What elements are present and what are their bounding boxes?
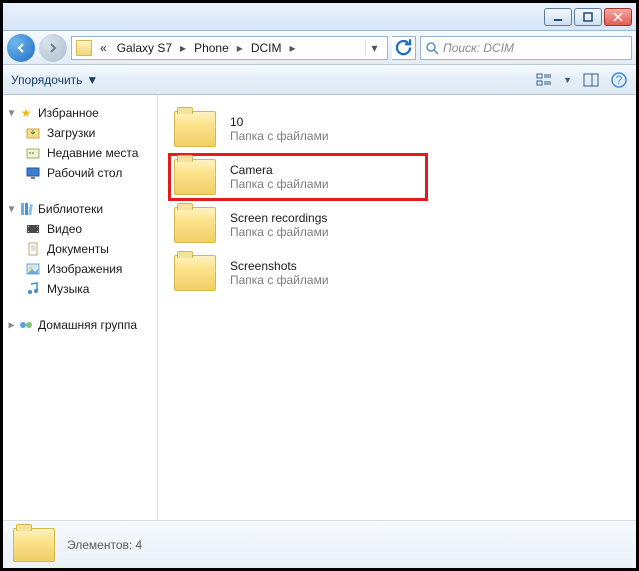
chevron-right-icon: ▸	[287, 41, 297, 55]
search-placeholder: Поиск: DCIM	[443, 41, 514, 55]
search-icon	[425, 41, 439, 55]
chevron-right-icon: ▸	[8, 318, 14, 331]
libraries-icon	[18, 201, 34, 217]
libraries-header[interactable]: ▾ Библиотеки	[7, 199, 153, 219]
sidebar-item-label: Документы	[47, 242, 109, 256]
folder-type: Папка с файлами	[230, 129, 329, 143]
folder-type: Папка с файлами	[230, 177, 329, 191]
view-grid-icon	[535, 71, 553, 89]
folder-icon	[174, 111, 216, 147]
folder-icon	[76, 40, 92, 56]
sidebar-item-recent[interactable]: Недавние места	[7, 143, 153, 163]
folder-name: Camera	[230, 163, 329, 177]
address-bar[interactable]: « Galaxy S7 ▸ Phone ▸ DCIM ▸ ▾	[71, 36, 388, 60]
homegroup-header[interactable]: ▸ Домашняя группа	[7, 315, 153, 335]
folder-type: Папка с файлами	[230, 273, 329, 287]
help-button[interactable]: ?	[610, 71, 628, 89]
folder-icon	[174, 159, 216, 195]
organize-label: Упорядочить	[11, 73, 82, 87]
folder-icon	[174, 255, 216, 291]
folder-icon	[174, 207, 216, 243]
music-icon	[25, 281, 41, 297]
arrow-right-icon	[47, 42, 59, 54]
organize-button[interactable]: Упорядочить ▼	[11, 73, 98, 87]
download-icon	[25, 125, 41, 141]
arrow-left-icon	[15, 42, 27, 54]
status-folder-icon	[13, 528, 55, 562]
favorites-header[interactable]: ▾ ★ Избранное	[7, 103, 153, 123]
help-icon: ?	[610, 71, 628, 89]
favorites-group: ▾ ★ Избранное Загрузки Недавние места Ра…	[7, 103, 153, 183]
preview-pane-button[interactable]	[582, 71, 600, 89]
chevron-down-icon: ▾	[8, 202, 14, 215]
maximize-button[interactable]	[574, 8, 602, 26]
homegroup-label: Домашняя группа	[38, 318, 137, 332]
homegroup-icon	[18, 317, 34, 333]
sidebar-item-label: Загрузки	[47, 126, 95, 140]
sidebar: ▾ ★ Избранное Загрузки Недавние места Ра…	[3, 95, 158, 520]
close-icon	[613, 12, 623, 22]
refresh-button[interactable]	[392, 36, 416, 60]
sidebar-item-label: Изображения	[47, 262, 122, 276]
statusbar: Элементов: 4	[3, 520, 636, 568]
crumb-prefix: «	[96, 39, 111, 57]
back-button[interactable]	[7, 34, 35, 62]
breadcrumb[interactable]: DCIM	[247, 39, 286, 57]
favorites-label: Избранное	[38, 106, 99, 120]
titlebar	[3, 3, 636, 31]
explorer-window: « Galaxy S7 ▸ Phone ▸ DCIM ▸ ▾ Поиск: DC…	[3, 3, 636, 568]
folder-name: 10	[230, 115, 329, 129]
body: ▾ ★ Избранное Загрузки Недавние места Ра…	[3, 95, 636, 520]
folder-item-highlighted[interactable]: Camera Папка с файлами	[168, 153, 428, 201]
folder-name: Screen recordings	[230, 211, 329, 225]
navbar: « Galaxy S7 ▸ Phone ▸ DCIM ▸ ▾ Поиск: DC…	[3, 31, 636, 65]
preview-pane-icon	[582, 71, 600, 89]
refresh-icon	[392, 36, 415, 59]
sidebar-item-label: Рабочий стол	[47, 166, 122, 180]
toolbar: Упорядочить ▼ ▼ ?	[3, 65, 636, 95]
chevron-down-icon[interactable]: ▼	[563, 75, 572, 85]
maximize-icon	[583, 12, 593, 22]
desktop-icon	[25, 165, 41, 181]
minimize-icon	[553, 12, 563, 22]
minimize-button[interactable]	[544, 8, 572, 26]
status-text: Элементов: 4	[67, 538, 142, 552]
sidebar-item-pictures[interactable]: Изображения	[7, 259, 153, 279]
documents-icon	[25, 241, 41, 257]
libraries-group: ▾ Библиотеки Видео Документы Изображения	[7, 199, 153, 299]
libraries-label: Библиотеки	[38, 202, 103, 216]
folder-name: Screenshots	[230, 259, 329, 273]
view-options-button[interactable]	[535, 71, 553, 89]
folder-item[interactable]: Screen recordings Папка с файлами	[168, 201, 428, 249]
video-icon	[25, 221, 41, 237]
breadcrumb[interactable]: Galaxy S7	[113, 39, 176, 57]
chevron-right-icon: ▸	[235, 41, 245, 55]
content-pane[interactable]: 10 Папка с файлами Camera Папка с файлам…	[158, 95, 636, 520]
search-input[interactable]: Поиск: DCIM	[420, 36, 632, 60]
recent-icon	[25, 145, 41, 161]
folder-type: Папка с файлами	[230, 225, 329, 239]
sidebar-item-documents[interactable]: Документы	[7, 239, 153, 259]
sidebar-item-video[interactable]: Видео	[7, 219, 153, 239]
folder-item[interactable]: Screenshots Папка с файлами	[168, 249, 428, 297]
close-button[interactable]	[604, 8, 632, 26]
address-dropdown[interactable]: ▾	[365, 41, 383, 55]
sidebar-item-label: Видео	[47, 222, 82, 236]
forward-button[interactable]	[39, 34, 67, 62]
svg-text:?: ?	[616, 73, 623, 87]
star-icon: ★	[18, 105, 34, 121]
sidebar-item-label: Музыка	[47, 282, 89, 296]
folder-item[interactable]: 10 Папка с файлами	[168, 105, 428, 153]
sidebar-item-downloads[interactable]: Загрузки	[7, 123, 153, 143]
sidebar-item-music[interactable]: Музыка	[7, 279, 153, 299]
breadcrumb[interactable]: Phone	[190, 39, 233, 57]
pictures-icon	[25, 261, 41, 277]
homegroup-group: ▸ Домашняя группа	[7, 315, 153, 335]
chevron-down-icon: ▼	[86, 73, 98, 87]
sidebar-item-label: Недавние места	[47, 146, 138, 160]
chevron-down-icon: ▾	[8, 106, 14, 119]
sidebar-item-desktop[interactable]: Рабочий стол	[7, 163, 153, 183]
chevron-right-icon: ▸	[178, 41, 188, 55]
